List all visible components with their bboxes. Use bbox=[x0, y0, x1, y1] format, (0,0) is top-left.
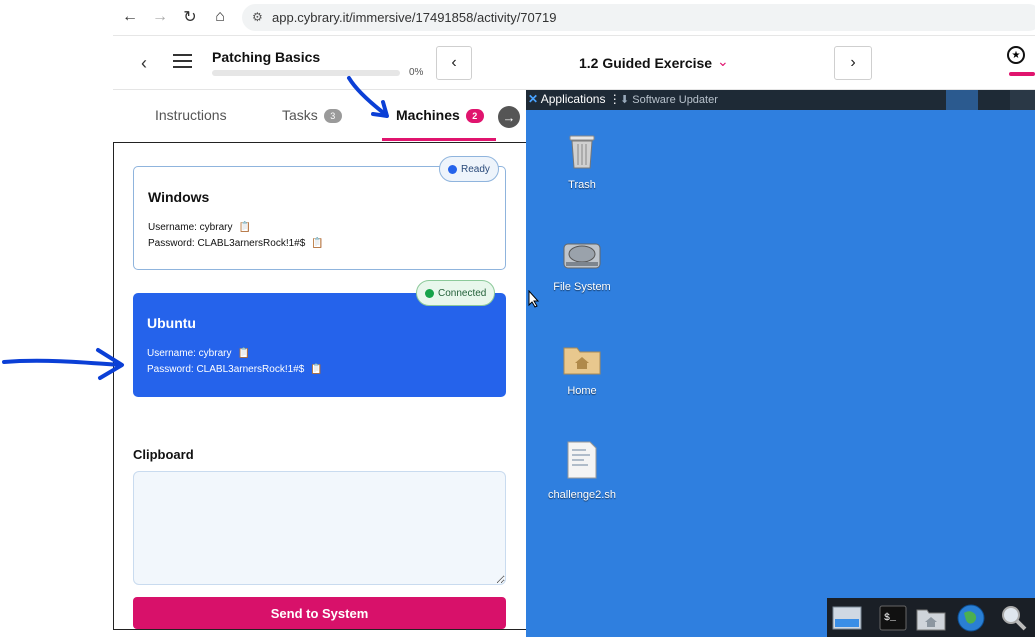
software-updater[interactable]: ⬇ Software Updater bbox=[620, 93, 718, 106]
remote-desktop[interactable]: ✕ Applications ⋮ ⬇ Software Updater Tras… bbox=[526, 90, 1035, 637]
tab-tasks[interactable]: Tasks 3 bbox=[282, 107, 342, 124]
hamburger-menu-icon[interactable] bbox=[173, 54, 192, 68]
copy-icon[interactable]: 📋 bbox=[311, 238, 323, 249]
copy-icon[interactable]: 📋 bbox=[310, 364, 322, 375]
arrow-right-icon[interactable]: → bbox=[498, 106, 520, 128]
svg-text:$_: $_ bbox=[884, 612, 897, 624]
home-icon[interactable]: ⌂ bbox=[209, 6, 231, 28]
desktop-icon-home[interactable]: Home bbox=[542, 342, 622, 397]
annotation-arrow-icon bbox=[2, 348, 124, 380]
forward-icon[interactable]: → bbox=[149, 6, 171, 28]
chevron-down-icon[interactable]: ⌄ bbox=[717, 53, 729, 70]
machine-card-ubuntu[interactable]: Ubuntu Username: cybrary 📋 Password: CLAB… bbox=[133, 280, 506, 397]
status-badge: Connected bbox=[416, 280, 496, 306]
machine-card-windows[interactable]: Windows Username: cybrary 📋 Password: CLA… bbox=[133, 156, 506, 270]
show-desktop-icon[interactable] bbox=[831, 602, 863, 634]
copy-icon[interactable]: 📋 bbox=[238, 222, 250, 233]
desktop-dock: $_ bbox=[827, 598, 1035, 637]
file-manager-icon[interactable] bbox=[915, 602, 947, 634]
desktop-top-panel: ✕ Applications ⋮ ⬇ Software Updater bbox=[526, 90, 1035, 110]
active-indicator bbox=[1009, 72, 1035, 76]
password-line: Password: CLABL3arnersRock!1#$ 📋 bbox=[147, 364, 323, 375]
clipboard-textarea[interactable] bbox=[133, 471, 506, 585]
status-dot-icon bbox=[448, 164, 457, 174]
tab-instructions[interactable]: Instructions bbox=[155, 107, 227, 123]
machines-count-badge: 2 bbox=[465, 109, 484, 124]
chevron-right-icon: › bbox=[850, 54, 856, 71]
machine-name: Windows bbox=[148, 189, 210, 205]
machine-name: Ubuntu bbox=[147, 315, 196, 331]
course-title: Patching Basics bbox=[212, 49, 321, 65]
desktop-icon-trash[interactable]: Trash bbox=[542, 132, 622, 191]
desktop-icon-file-system[interactable]: File System bbox=[542, 240, 622, 293]
applications-menu[interactable]: ✕ Applications ⋮ bbox=[528, 92, 621, 106]
progress-label: 0% bbox=[409, 67, 424, 78]
terminal-icon[interactable]: $_ bbox=[877, 602, 909, 634]
download-icon: ⬇ bbox=[620, 94, 630, 106]
copy-icon[interactable]: 📋 bbox=[237, 348, 249, 359]
address-bar[interactable]: ⚙ app.cybrary.it/immersive/17491858/acti… bbox=[242, 4, 1035, 31]
username-line: Username: cybrary 📋 bbox=[148, 222, 251, 233]
reload-icon[interactable]: ↻ bbox=[179, 6, 201, 28]
script-file-icon bbox=[567, 441, 597, 479]
status-dot-icon bbox=[425, 288, 434, 298]
username-line: Username: cybrary 📋 bbox=[147, 348, 250, 359]
machines-panel: Windows Username: cybrary 📋 Password: CLA… bbox=[113, 142, 526, 630]
panel-tabs: Instructions Tasks 3 Machines 2 → bbox=[113, 90, 526, 142]
trash-icon bbox=[569, 135, 595, 169]
tasks-count-badge: 3 bbox=[323, 109, 342, 124]
web-browser-icon[interactable] bbox=[955, 602, 987, 634]
app-header: ‹ Patching Basics 0% ‹ 1.2 Guided Exerci… bbox=[113, 36, 1035, 90]
clipboard-label: Clipboard bbox=[133, 447, 194, 462]
send-to-system-button[interactable]: Send to System bbox=[133, 597, 506, 629]
collapse-chevron-icon[interactable]: ‹ bbox=[141, 53, 147, 74]
mouse-cursor-icon bbox=[528, 290, 540, 308]
previous-activity-button[interactable]: ‹ bbox=[436, 46, 472, 80]
star-badge-icon[interactable]: ★ bbox=[1007, 46, 1025, 64]
xfce-logo-icon: ✕ bbox=[528, 92, 539, 106]
status-badge: Ready bbox=[439, 156, 499, 182]
tab-machines[interactable]: Machines 2 bbox=[396, 107, 484, 124]
active-tab-underline bbox=[382, 138, 496, 141]
drive-icon bbox=[563, 243, 601, 269]
desktop-icon-challenge2-sh[interactable]: challenge2.sh bbox=[542, 440, 622, 501]
search-icon[interactable] bbox=[997, 602, 1029, 634]
site-info-icon[interactable]: ⚙ bbox=[252, 10, 263, 24]
chevron-left-icon: ‹ bbox=[451, 54, 457, 71]
back-icon[interactable]: ← bbox=[119, 6, 141, 28]
folder-icon bbox=[563, 347, 601, 375]
workspace-indicator[interactable] bbox=[946, 90, 978, 110]
password-line: Password: CLABL3arnersRock!1#$ 📋 bbox=[148, 238, 324, 249]
next-activity-button[interactable]: › bbox=[834, 46, 872, 80]
panel-tray bbox=[1010, 90, 1035, 110]
url-text[interactable]: app.cybrary.it/immersive/17491858/activi… bbox=[272, 10, 556, 25]
browser-toolbar: ← → ↻ ⌂ ⚙ app.cybrary.it/immersive/17491… bbox=[113, 0, 1035, 36]
annotation-arrow-icon bbox=[347, 76, 389, 118]
exercise-title[interactable]: 1.2 Guided Exercise bbox=[579, 55, 712, 71]
